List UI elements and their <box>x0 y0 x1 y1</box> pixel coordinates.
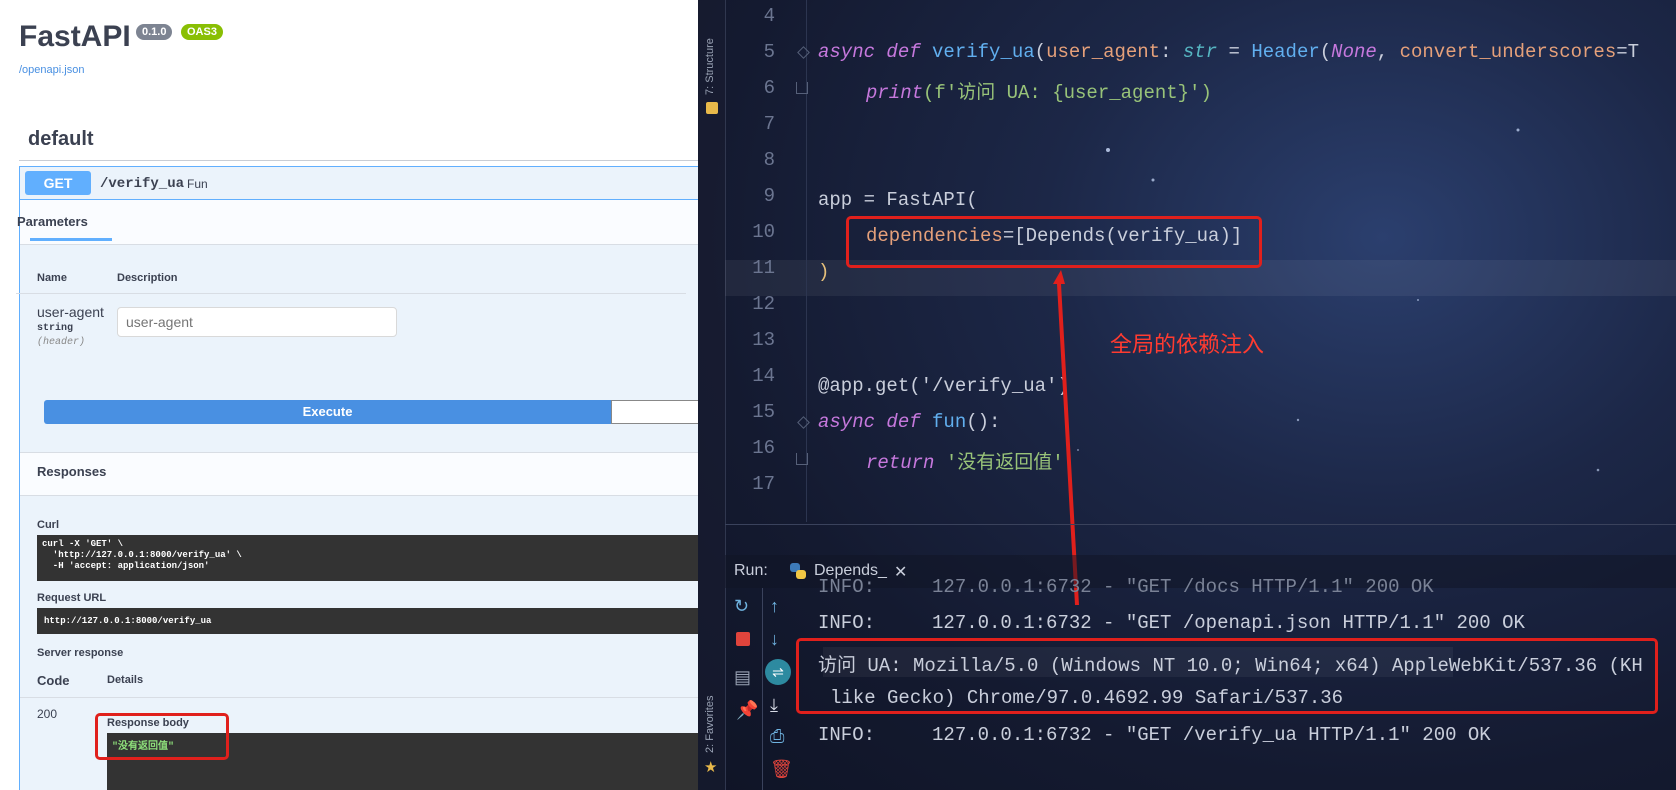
param-location: (header) <box>37 337 86 348</box>
col-name: Name <box>37 272 67 284</box>
highlight-response-body <box>95 713 229 760</box>
pin-icon[interactable]: 📌 <box>736 701 758 719</box>
tab-active-indicator <box>30 238 112 241</box>
run-label: Run: <box>734 562 768 579</box>
parameters-header <box>20 200 698 245</box>
operation-summary[interactable]: GET /verify_ua Fun <box>20 167 698 200</box>
curl-label: Curl <box>37 519 59 531</box>
annotation-text: 全局的依赖注入 <box>1110 332 1265 357</box>
log-line: INFO: 127.0.0.1:6732 - "GET /docs HTTP/1… <box>818 576 1434 598</box>
operation-path: /verify_ua <box>100 176 185 192</box>
responses-header <box>20 452 698 496</box>
code-header: Code <box>37 673 70 688</box>
curl-box[interactable]: curl -X 'GET' \ 'http://127.0.0.1:8000/v… <box>37 535 698 581</box>
version-badge: 0.1.0 <box>136 24 173 40</box>
request-url: http://127.0.0.1:8000/verify_ua <box>44 616 212 626</box>
openapi-link[interactable]: /openapi.json <box>19 64 84 76</box>
run-divider <box>725 524 1676 525</box>
param-name: user-agent <box>37 304 104 320</box>
param-type: string <box>37 323 74 334</box>
tag-divider <box>19 160 698 161</box>
method-badge: GET <box>25 171 91 195</box>
header-divider <box>16 293 686 294</box>
layout-icon[interactable]: ▤ <box>734 668 751 686</box>
stop-icon[interactable] <box>736 632 750 646</box>
soft-wrap-icon[interactable]: ⇌ <box>765 659 791 685</box>
swagger-panel: FastAPI 0.1.0 OAS3 /openapi.json default… <box>0 0 698 790</box>
tab-parameters[interactable]: Parameters <box>17 214 88 229</box>
highlight-ua-log <box>796 638 1658 714</box>
details-header: Details <box>107 674 144 686</box>
python-icon <box>790 563 806 579</box>
print-icon[interactable]: ⎙ <box>770 727 784 745</box>
trash-icon[interactable]: 🗑 <box>770 760 793 778</box>
ide-panel: 7: Structure 2: Favorites ★ 4 5 6 7 8 9 10 11 12… <box>698 0 1676 790</box>
rerun-icon[interactable]: ↻ <box>734 597 749 615</box>
response-divider <box>20 697 698 698</box>
download-icon[interactable]: ⤓ <box>770 696 778 714</box>
status-code: 200 <box>37 707 58 721</box>
execute-button[interactable]: Execute <box>44 400 611 424</box>
log-line: INFO: 127.0.0.1:6732 - "GET /openapi.jso… <box>818 612 1525 634</box>
oas-badge: OAS3 <box>181 24 223 40</box>
run-tool-divider <box>762 588 763 790</box>
clear-button[interactable] <box>611 400 698 424</box>
operation-summary-text: Fun <box>187 177 208 191</box>
col-description: Description <box>117 272 178 284</box>
user-agent-input[interactable] <box>117 307 397 337</box>
up-arrow-icon[interactable]: ↑ <box>770 597 779 615</box>
responses-title: Responses <box>37 464 107 479</box>
server-response-label: Server response <box>37 647 124 659</box>
down-arrow-icon[interactable]: ↓ <box>770 630 779 648</box>
request-url-box: http://127.0.0.1:8000/verify_ua <box>37 608 698 634</box>
log-line: INFO: 127.0.0.1:6732 - "GET /verify_ua H… <box>818 724 1491 746</box>
curl-command: curl -X 'GET' \ 'http://127.0.0.1:8000/v… <box>42 539 242 571</box>
app-title: FastAPI <box>19 20 131 53</box>
tag-title[interactable]: default <box>28 128 94 151</box>
request-url-label: Request URL <box>37 592 107 604</box>
